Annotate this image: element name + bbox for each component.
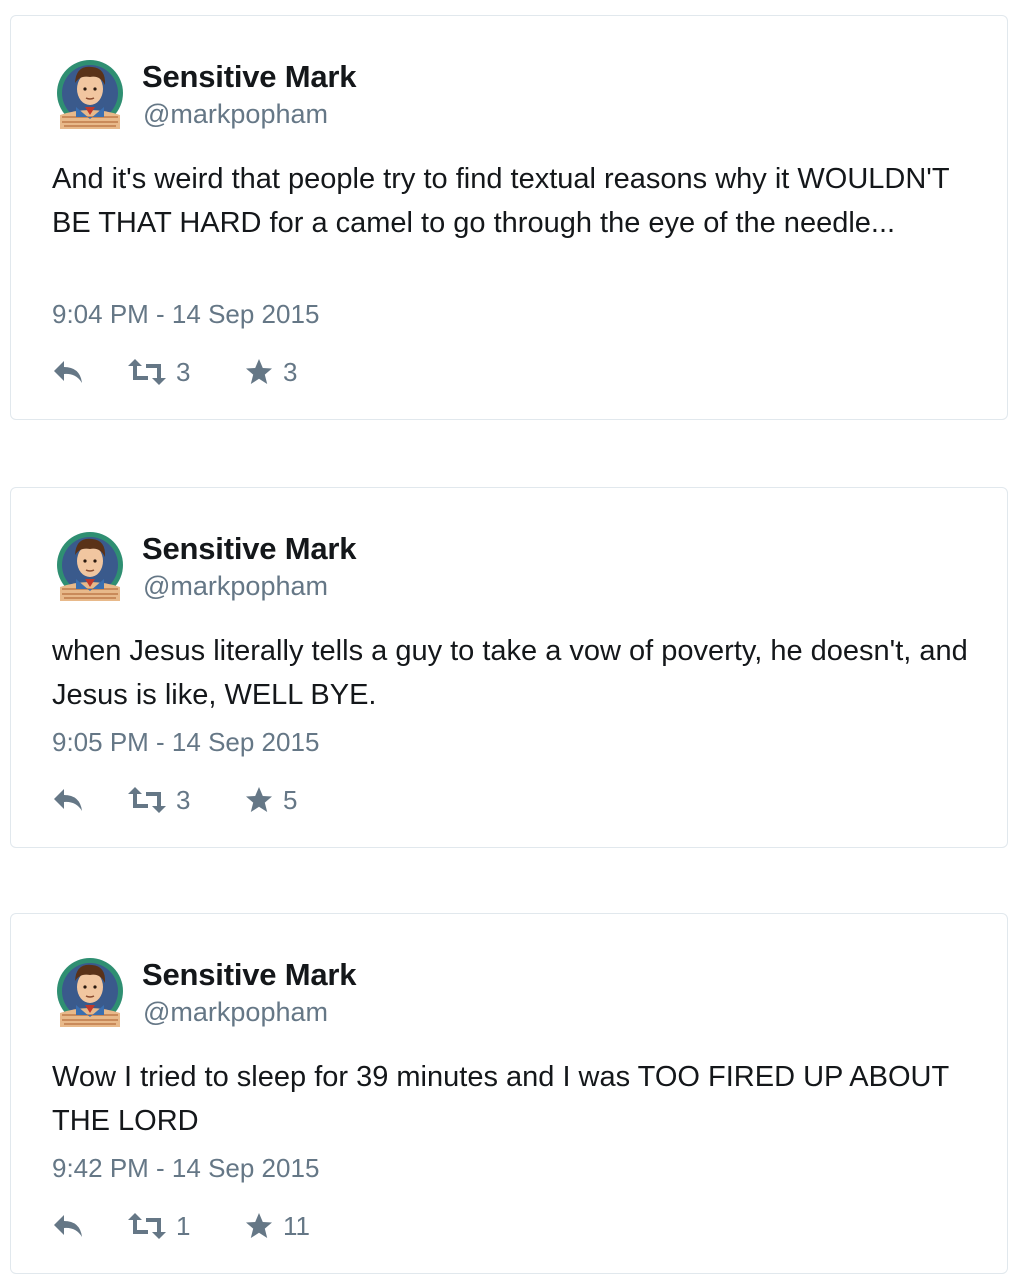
avatar[interactable] [54, 953, 126, 1027]
tweet-text: And it's weird that people try to find t… [52, 163, 950, 239]
tweet-card[interactable]: Sensitive Mark @markpopham And it's weir… [10, 15, 1008, 420]
retweet-count: 3 [176, 784, 191, 815]
tweet-text: Wow I tried to sleep for 39 minutes and … [52, 1061, 949, 1137]
reply-button[interactable] [52, 355, 84, 389]
favorite-count: 3 [283, 356, 298, 387]
author-name[interactable]: Sensitive Mark [142, 59, 357, 95]
retweet-icon [128, 787, 166, 813]
star-icon [246, 359, 272, 384]
avatar[interactable] [54, 55, 126, 129]
star-icon [246, 787, 272, 812]
tweet-timestamp[interactable]: 9:42 PM - 14 Sep 2015 [52, 1153, 319, 1184]
avatar[interactable] [54, 527, 126, 601]
tweet-actions: 3 5 [52, 783, 452, 817]
tweet-card[interactable]: Sensitive Mark @markpopham when Jesus li… [10, 487, 1008, 848]
retweet-button[interactable]: 3 [128, 783, 190, 817]
favorite-button[interactable]: 11 [245, 1209, 310, 1243]
reply-icon [54, 1215, 82, 1237]
author-name[interactable]: Sensitive Mark [142, 957, 357, 993]
retweet-button[interactable]: 1 [128, 1209, 190, 1243]
tweet-actions: 1 11 [52, 1209, 452, 1243]
tweet-timestamp[interactable]: 9:05 PM - 14 Sep 2015 [52, 727, 319, 758]
favorite-count: 11 [283, 1210, 310, 1241]
star-icon [246, 1213, 272, 1238]
retweet-count: 1 [176, 1210, 191, 1241]
author-name[interactable]: Sensitive Mark [142, 531, 357, 567]
favorite-button[interactable]: 5 [245, 783, 297, 817]
reply-button[interactable] [52, 783, 84, 817]
retweet-icon [128, 1213, 166, 1239]
tweet-actions: 3 3 [52, 355, 452, 389]
reply-icon [54, 361, 82, 383]
tweet-card[interactable]: Sensitive Mark @markpopham Wow I tried t… [10, 913, 1008, 1274]
retweet-icon [128, 359, 166, 385]
favorite-button[interactable]: 3 [245, 355, 297, 389]
author-handle[interactable]: @markpopham [143, 99, 328, 130]
tweet-timestamp[interactable]: 9:04 PM - 14 Sep 2015 [52, 299, 319, 330]
reply-button[interactable] [52, 1209, 84, 1243]
retweet-button[interactable]: 3 [128, 355, 190, 389]
reply-icon [54, 789, 82, 811]
author-handle[interactable]: @markpopham [143, 997, 328, 1028]
author-handle[interactable]: @markpopham [143, 571, 328, 602]
tweet-text: when Jesus literally tells a guy to take… [52, 635, 968, 711]
retweet-count: 3 [176, 356, 191, 387]
favorite-count: 5 [283, 784, 298, 815]
